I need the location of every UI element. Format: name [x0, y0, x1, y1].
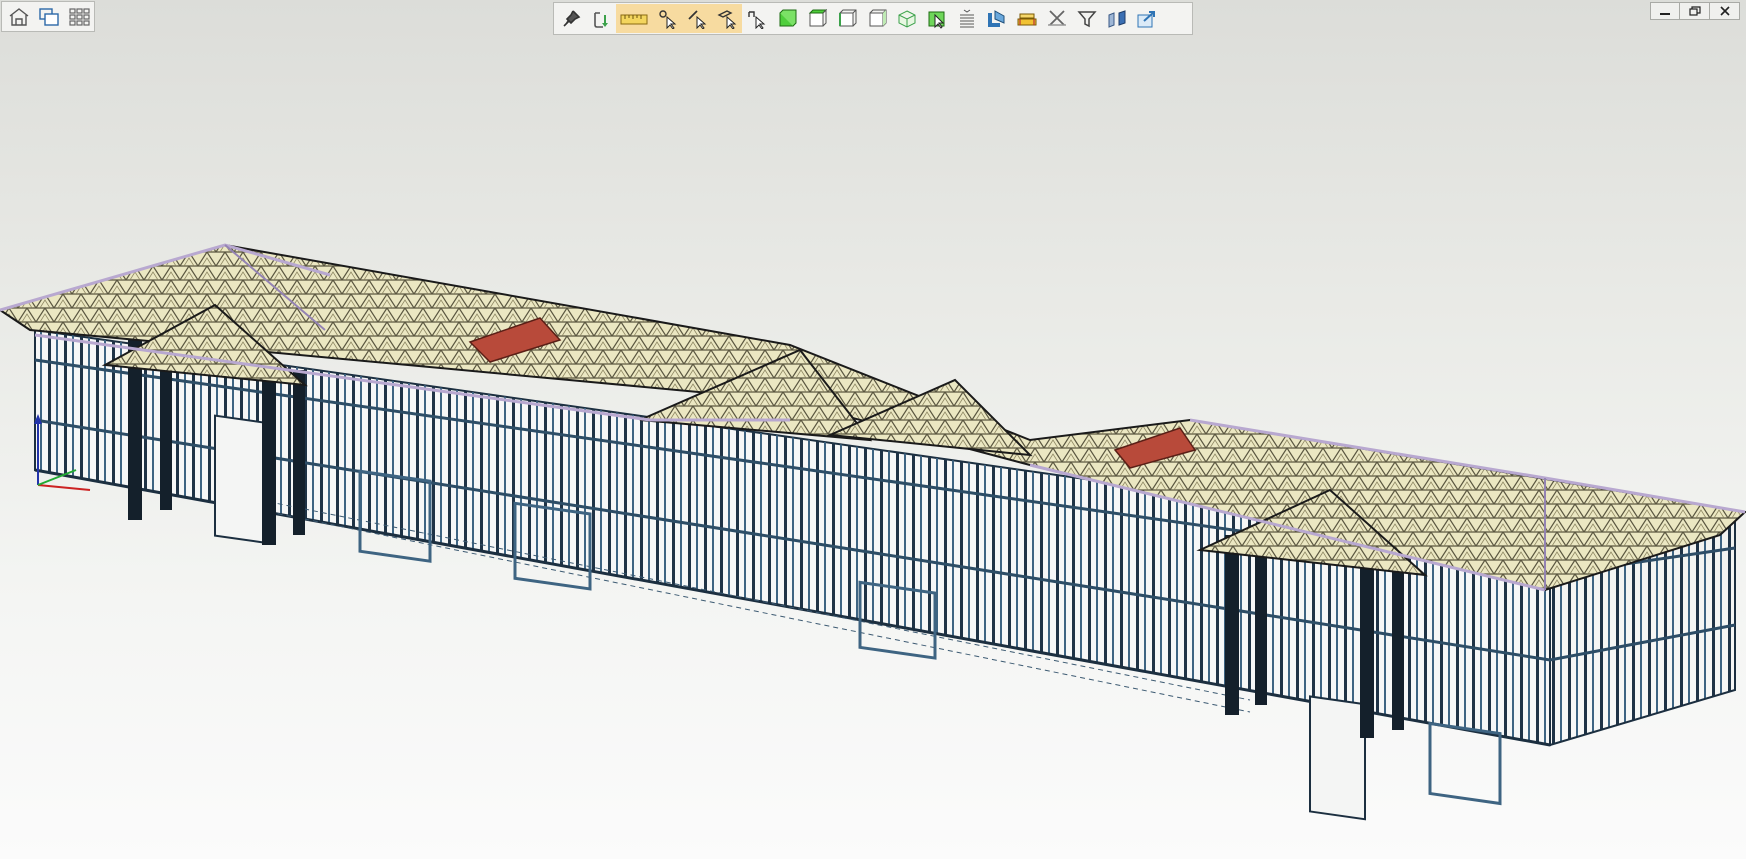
filter-icon[interactable] [1072, 4, 1102, 33]
house-view-icon[interactable] [4, 2, 34, 31]
cascade-windows-icon[interactable] [34, 2, 64, 31]
snap-edge-icon[interactable] [682, 4, 712, 33]
side-view-icon[interactable] [832, 4, 862, 33]
close-icon[interactable] [1710, 2, 1740, 20]
select-arrow-icon[interactable] [742, 4, 772, 33]
iso-view-icon[interactable] [892, 4, 922, 33]
main-toolbar [553, 2, 1193, 35]
tile-windows-icon[interactable] [64, 2, 94, 31]
view-toolbar [1, 1, 95, 32]
pin-icon[interactable] [556, 4, 586, 33]
ruler-measure-icon[interactable] [616, 4, 652, 33]
layers-icon[interactable] [1012, 4, 1042, 33]
minimize-icon[interactable] [1650, 2, 1680, 20]
snap-face-icon[interactable] [712, 4, 742, 33]
orbit-rotate-icon[interactable] [586, 4, 616, 33]
section-icon[interactable] [982, 4, 1012, 33]
snap-point-icon[interactable] [652, 4, 682, 33]
solid-view-icon[interactable] [772, 4, 802, 33]
window-controls [1650, 2, 1744, 20]
top-view-icon[interactable] [802, 4, 832, 33]
list-panel-icon[interactable] [952, 4, 982, 33]
select-box-icon[interactable] [922, 4, 952, 33]
front-view-icon[interactable] [862, 4, 892, 33]
export-icon[interactable] [1132, 4, 1162, 33]
3d-viewport[interactable] [0, 0, 1746, 859]
mirror-icon[interactable] [1102, 4, 1132, 33]
clear-cut-icon[interactable] [1042, 4, 1072, 33]
restore-icon[interactable] [1680, 2, 1710, 20]
steel-frame-model[interactable] [0, 0, 1746, 859]
